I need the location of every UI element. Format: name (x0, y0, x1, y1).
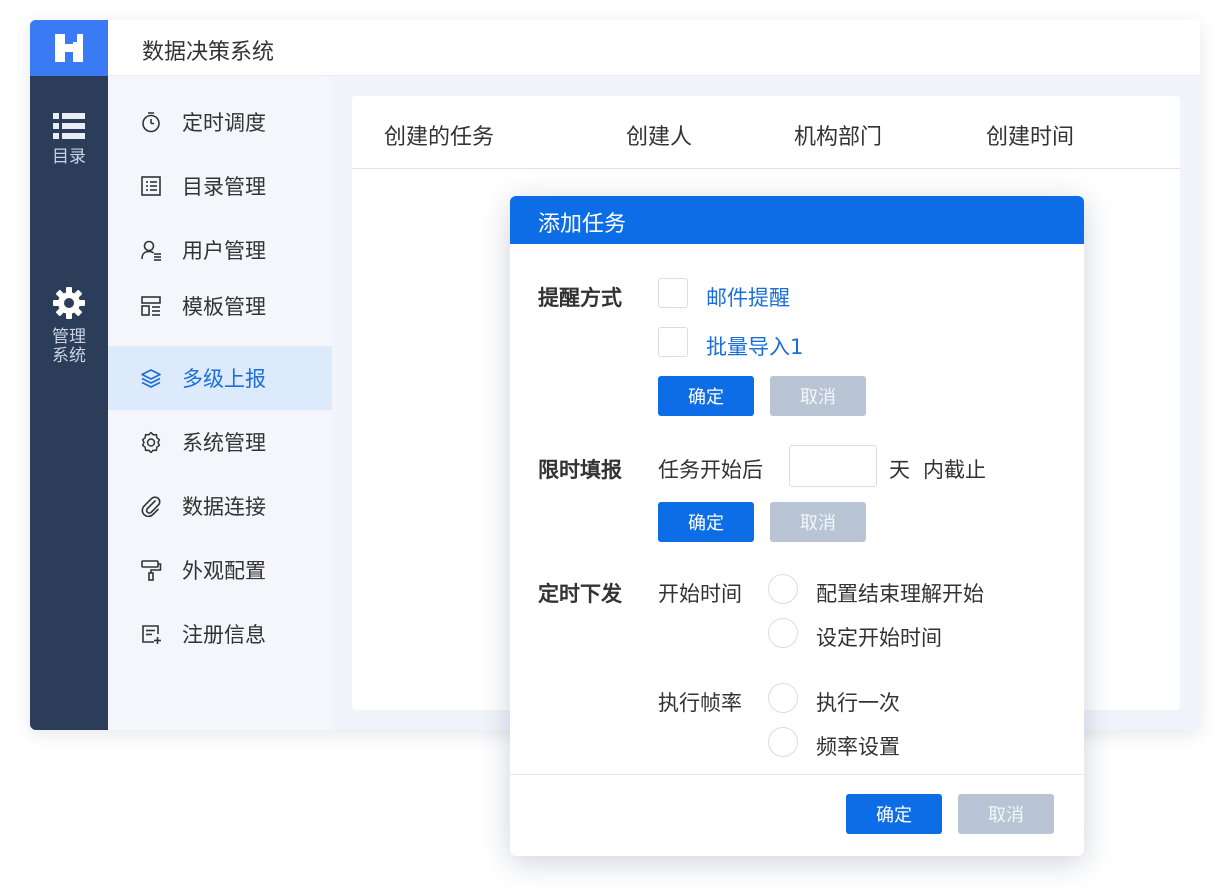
sidebar-item-appearance[interactable]: 外观配置 (108, 538, 332, 602)
user-icon (140, 239, 162, 261)
reminder-label: 提醒方式 (538, 286, 622, 310)
column-header-creator[interactable]: 创建人 (626, 119, 692, 151)
sidebar-item-templates[interactable]: 模板管理 (108, 274, 332, 338)
deadline-suffix: 内截止 (923, 458, 986, 482)
settings-icon (140, 431, 162, 453)
column-header-department[interactable]: 机构部门 (794, 119, 882, 151)
sidebar-item-label: 外观配置 (182, 559, 266, 583)
start-option-auto-label[interactable]: 配置结束理解开始 (816, 578, 984, 608)
deadline-cancel-button[interactable]: 取消 (770, 502, 866, 542)
logo-icon (55, 34, 83, 62)
template-icon (140, 295, 162, 317)
sidebar-item-scheduling[interactable]: 定时调度 (108, 90, 332, 154)
column-header-created-time[interactable]: 创建时间 (986, 119, 1074, 151)
app-title: 数据决策系统 (142, 40, 275, 65)
rail-item-label: 管理系统 (52, 327, 86, 366)
deadline-prefix: 任务开始后 (658, 458, 763, 482)
rail-item-catalog[interactable]: 目录 (30, 112, 108, 167)
email-reminder-checkbox[interactable] (658, 278, 688, 308)
sidebar-item-multilevel-report[interactable]: 多级上报 (108, 346, 332, 410)
frequency-radio-once[interactable] (768, 683, 798, 713)
start-option-custom-label[interactable]: 设定开始时间 (816, 622, 942, 652)
sidebar-item-catalog[interactable]: 目录管理 (108, 154, 332, 218)
sidebar-item-label: 模板管理 (182, 295, 266, 319)
sidebar-item-label: 系统管理 (182, 431, 266, 455)
sidebar-item-registration[interactable]: 注册信息 (108, 602, 332, 666)
sidebar-item-data-connection[interactable]: 数据连接 (108, 474, 332, 538)
sidebar-item-label: 数据连接 (182, 495, 266, 519)
app-logo[interactable] (30, 20, 108, 76)
sidebar: 定时调度 目录管理 用户管理 模板管理 多级上报 系统管理 数据连接 外观配置 … (108, 76, 332, 730)
sidebar-item-label: 多级上报 (182, 367, 266, 391)
start-time-label: 开始时间 (658, 582, 742, 606)
catalog-icon (140, 175, 162, 197)
dialog-header: 添加任务 (510, 196, 1084, 244)
start-option-radio-auto[interactable] (768, 574, 798, 604)
register-icon (140, 623, 162, 645)
dialog-footer-divider (510, 774, 1084, 775)
timer-icon (140, 111, 162, 133)
sidebar-item-label: 定时调度 (182, 111, 266, 135)
deadline-confirm-button[interactable]: 确定 (658, 502, 754, 542)
email-reminder-label[interactable]: 邮件提醒 (706, 282, 790, 312)
dialog-confirm-button[interactable]: 确定 (846, 794, 942, 834)
paint-roller-icon (140, 559, 162, 581)
frequency-once-label[interactable]: 执行一次 (816, 687, 900, 717)
add-task-dialog: 添加任务 提醒方式 邮件提醒 批量导入1 确定 取消 限时填报 任务开始后 天 … (510, 196, 1084, 856)
frequency-radio-custom[interactable] (768, 727, 798, 757)
reminder-cancel-button[interactable]: 取消 (770, 376, 866, 416)
column-header-task[interactable]: 创建的任务 (384, 119, 494, 151)
sidebar-item-label: 目录管理 (182, 175, 266, 199)
top-bar: 数据决策系统 (108, 20, 1200, 76)
nav-rail: 目录 管理系统 (30, 20, 108, 730)
rail-item-management[interactable]: 管理系统 (30, 286, 108, 366)
layers-icon (140, 367, 162, 389)
sidebar-item-label: 用户管理 (182, 239, 266, 263)
reminder-confirm-button[interactable]: 确定 (658, 376, 754, 416)
deadline-days-input[interactable] (789, 445, 877, 487)
frequency-custom-label[interactable]: 频率设置 (816, 731, 900, 761)
paperclip-icon (140, 495, 162, 517)
list-icon (53, 113, 85, 139)
schedule-label: 定时下发 (538, 582, 622, 606)
deadline-unit: 天 (889, 458, 910, 482)
table-header: 创建的任务 创建人 机构部门 创建时间 (352, 96, 1180, 169)
deadline-label: 限时填报 (538, 458, 622, 482)
rail-item-label: 目录 (52, 147, 86, 167)
dialog-cancel-button[interactable]: 取消 (958, 794, 1054, 834)
gear-icon (53, 287, 85, 319)
sidebar-item-users[interactable]: 用户管理 (108, 218, 332, 282)
batch-import-checkbox[interactable] (658, 327, 688, 357)
dialog-title: 添加任务 (538, 212, 627, 237)
frequency-label: 执行帧率 (658, 691, 742, 715)
batch-import-label[interactable]: 批量导入1 (706, 331, 803, 361)
sidebar-item-label: 注册信息 (182, 623, 266, 647)
sidebar-item-system[interactable]: 系统管理 (108, 410, 332, 474)
start-option-radio-custom[interactable] (768, 618, 798, 648)
